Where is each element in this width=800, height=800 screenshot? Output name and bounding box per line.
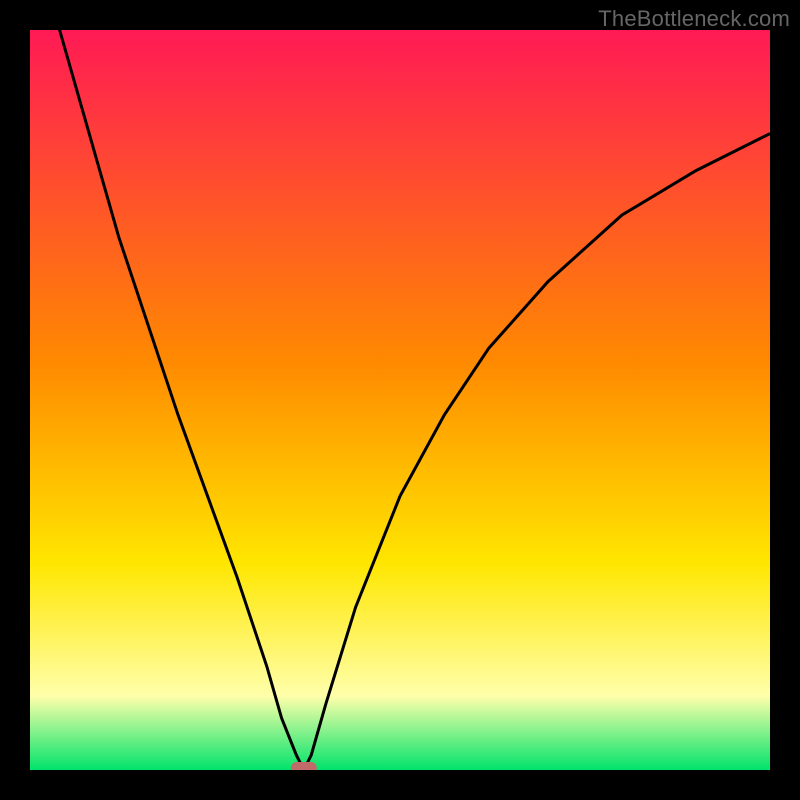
gradient-background <box>30 30 770 770</box>
plot-area <box>30 30 770 770</box>
bottleneck-chart: TheBottleneck.com <box>0 0 800 800</box>
minimum-marker <box>291 762 317 770</box>
chart-svg <box>30 30 770 770</box>
watermark-text: TheBottleneck.com <box>598 6 790 32</box>
